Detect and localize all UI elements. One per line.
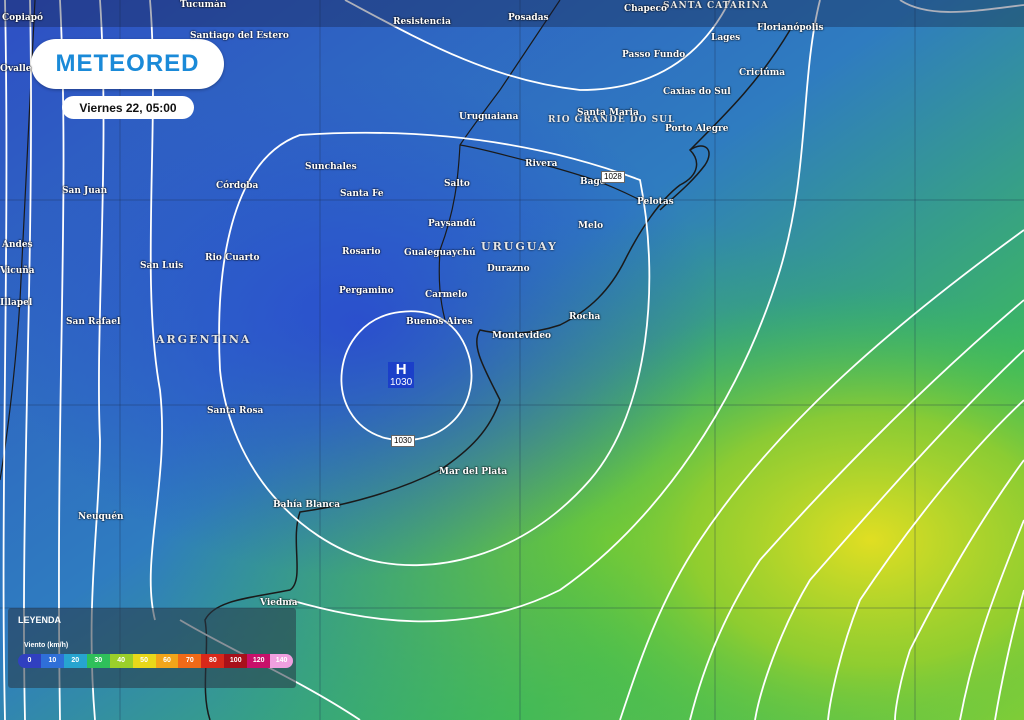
place-label: Chapecó xyxy=(624,4,668,14)
place-label: Mar del Plata xyxy=(439,467,508,477)
place-label: Rivera xyxy=(525,159,558,169)
place-label: Melo xyxy=(578,221,604,231)
place-label: Viedma xyxy=(260,598,298,608)
place-label: Criciúma xyxy=(739,68,786,78)
place-label: Posadas xyxy=(508,13,549,23)
place-label: Paysandú xyxy=(428,219,476,229)
place-label: San Juan xyxy=(62,186,108,196)
place-label: Ovalle xyxy=(0,64,32,74)
legend-title: LEYENDA xyxy=(18,615,62,625)
legend-stop: 100 xyxy=(224,654,248,668)
forecast-datetime[interactable]: Viernes 22, 05:00 xyxy=(62,96,194,119)
place-label: Neuquén xyxy=(78,512,124,522)
place-label: Montevideo xyxy=(492,331,552,341)
place-label: Lages xyxy=(711,33,741,43)
place-label: Santa Maria xyxy=(577,108,639,118)
place-label: Sunchales xyxy=(305,162,357,172)
legend-stop: 70 xyxy=(178,654,202,668)
place-label: Córdoba xyxy=(216,181,259,191)
place-label: Florianópolis xyxy=(757,23,824,33)
legend-stop: 0 xyxy=(18,654,41,668)
brand-logo[interactable]: METEORED xyxy=(31,39,224,89)
place-label: Bahía Blanca xyxy=(273,500,341,510)
country-label-argentina: ARGENTINA xyxy=(156,333,252,346)
place-label: Durazno xyxy=(487,264,530,274)
legend-stop: 20 xyxy=(63,654,87,668)
place-label: Carmelo xyxy=(425,290,468,300)
place-label: Rocha xyxy=(569,312,601,322)
place-label: Porto Alegre xyxy=(665,124,729,134)
place-label: Rosario xyxy=(342,247,381,257)
high-pressure-value: 1030 xyxy=(388,377,415,388)
legend-stop: 40 xyxy=(109,654,133,668)
place-label: Caxias do Sul xyxy=(663,87,731,97)
isobar-label: 1028 xyxy=(601,171,625,183)
place-label: Tucumán xyxy=(180,0,227,10)
place-label: Santa Rosa xyxy=(207,406,264,416)
region-label-santa-catarina: SANTA CATARINA xyxy=(663,1,769,11)
legend-stop: 60 xyxy=(155,654,179,668)
place-label: Gualeguaychú xyxy=(404,248,476,258)
country-label-uruguay: URUGUAY xyxy=(481,240,558,253)
legend-color-scale: 0 10 20 30 40 50 60 70 80 100 120 140 xyxy=(18,654,293,668)
place-label: Santiago del Estero xyxy=(190,31,289,41)
legend-panel[interactable]: LEYENDA Viento (km/h) 0 10 20 30 40 50 60 70 80 1… xyxy=(8,608,296,688)
legend-stop: 10 xyxy=(40,654,64,668)
place-label: Illapel xyxy=(0,298,33,308)
place-label: Buenos Aires xyxy=(406,317,473,327)
legend-stop: 120 xyxy=(247,654,271,668)
legend-stop: 80 xyxy=(201,654,225,668)
place-label: Copiapó xyxy=(2,13,44,23)
place-label: San Rafael xyxy=(66,317,121,327)
place-label: Rio Cuarto xyxy=(205,253,260,263)
place-label: Santa Fe xyxy=(340,189,384,199)
place-label: Andes xyxy=(2,240,33,250)
place-label: Pergamino xyxy=(339,286,394,296)
high-pressure-center[interactable]: H 1030 xyxy=(388,362,415,388)
high-pressure-letter: H xyxy=(388,362,415,377)
legend-stop: 140 xyxy=(270,654,293,668)
place-label: Vicuña xyxy=(0,266,35,276)
brand-name: METEORED xyxy=(55,50,200,77)
legend-stop: 30 xyxy=(86,654,110,668)
legend-unit: Viento (km/h) xyxy=(24,642,69,649)
place-label: San Luis xyxy=(140,261,184,271)
isobar-label: 1030 xyxy=(391,435,415,447)
place-label: Salto xyxy=(444,179,470,189)
place-label: Uruguaiana xyxy=(459,112,519,122)
place-label: Passo Fundo xyxy=(622,50,686,60)
place-label: Pelotas xyxy=(637,197,674,207)
legend-stop: 50 xyxy=(132,654,156,668)
place-label: Resistencia xyxy=(393,17,451,27)
